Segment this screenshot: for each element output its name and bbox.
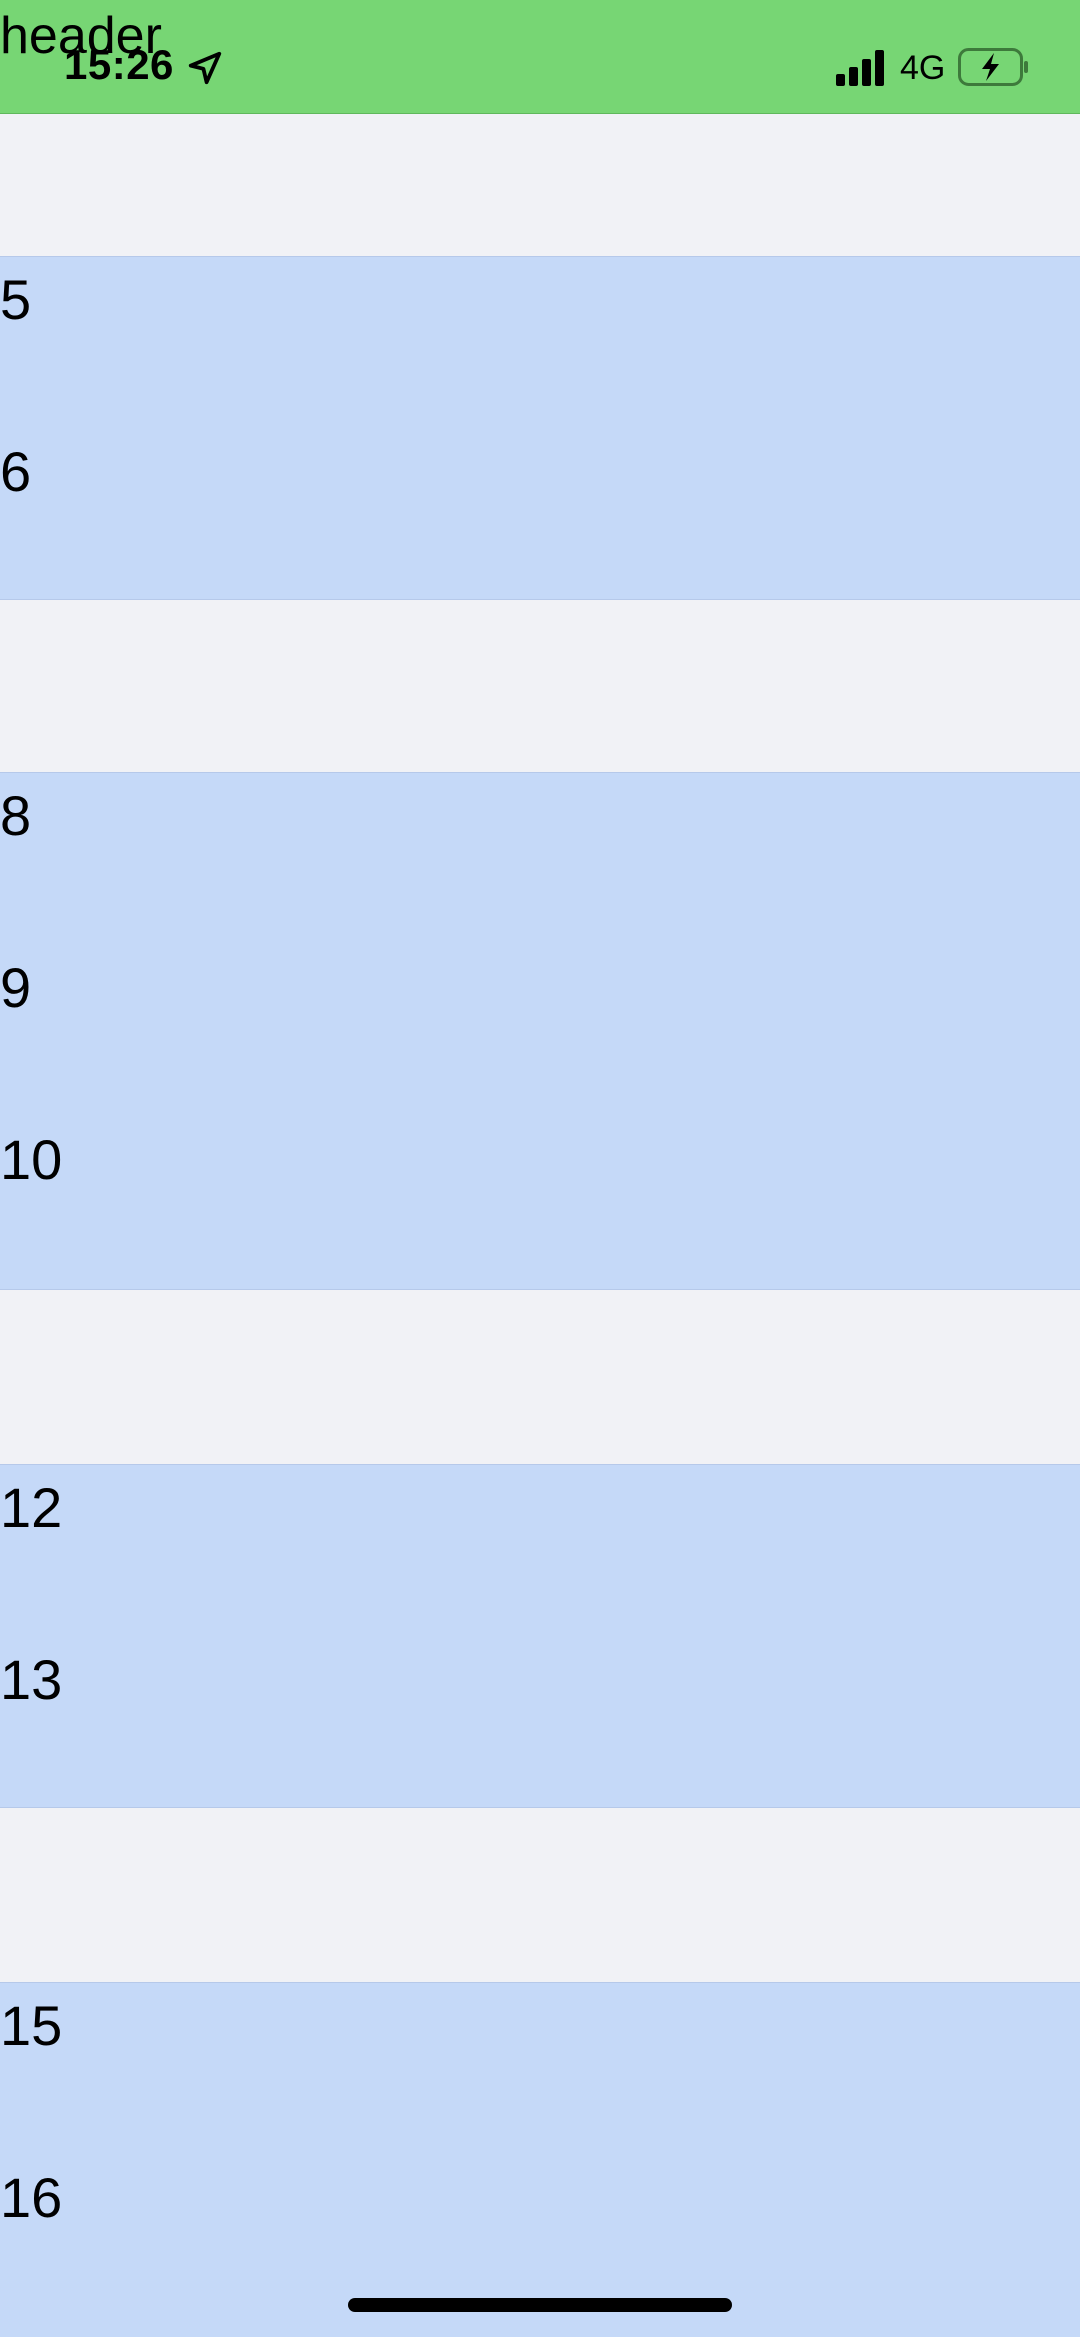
list-item-label: 6 bbox=[0, 440, 32, 503]
list-gap bbox=[0, 114, 1080, 256]
list-item-label: 15 bbox=[0, 1994, 63, 2057]
list-item[interactable]: 9 bbox=[0, 945, 1080, 1117]
list-group: 12 13 bbox=[0, 1464, 1080, 1808]
list-item[interactable]: 5 bbox=[0, 257, 1080, 429]
list-item[interactable]: 10 bbox=[0, 1117, 1080, 1289]
list-gap bbox=[0, 1808, 1080, 1982]
list-gap bbox=[0, 600, 1080, 772]
home-indicator[interactable] bbox=[348, 2298, 732, 2312]
list-item[interactable]: 15 bbox=[0, 1983, 1080, 2155]
list-group: 8 9 10 bbox=[0, 772, 1080, 1290]
list-item[interactable]: 13 bbox=[0, 1637, 1080, 1809]
list-item[interactable]: 6 bbox=[0, 429, 1080, 601]
list-group: 15 16 bbox=[0, 1982, 1080, 2337]
list-item-label: 9 bbox=[0, 956, 32, 1019]
network-type-label: 4G bbox=[900, 49, 946, 87]
list-item-label: 16 bbox=[0, 2166, 63, 2229]
header-bar: header 15:26 4G bbox=[0, 0, 1080, 114]
signal-bars-icon bbox=[836, 50, 884, 86]
status-time: 15:26 bbox=[64, 41, 174, 88]
list-item[interactable]: 12 bbox=[0, 1465, 1080, 1637]
list-item[interactable]: 8 bbox=[0, 773, 1080, 945]
list-gap bbox=[0, 1290, 1080, 1464]
list-item-label: 5 bbox=[0, 268, 32, 331]
list-item-label: 8 bbox=[0, 784, 32, 847]
list-group: 5 6 bbox=[0, 256, 1080, 600]
battery-charging-icon bbox=[958, 48, 1028, 86]
list-item-label: 13 bbox=[0, 1648, 63, 1711]
list-item-label: 12 bbox=[0, 1476, 63, 1539]
list-item-label: 10 bbox=[0, 1128, 63, 1191]
location-arrow-icon bbox=[188, 51, 222, 85]
